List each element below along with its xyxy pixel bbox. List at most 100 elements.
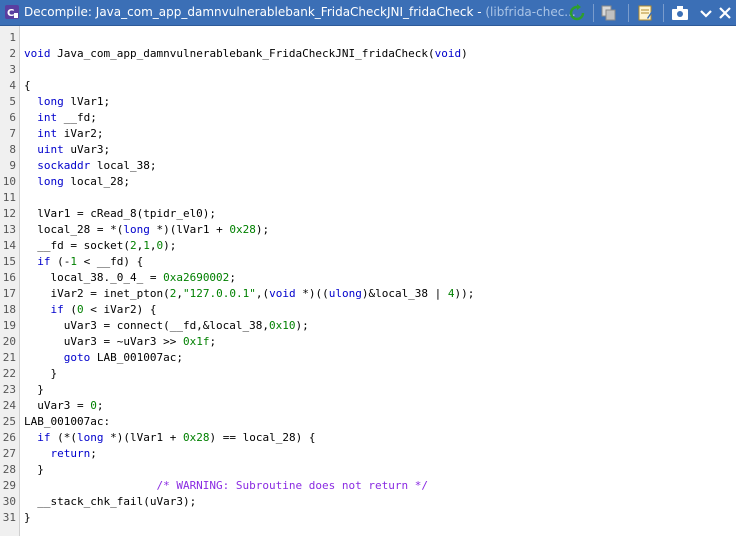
code-text[interactable]: } [24,366,57,382]
code-line[interactable]: 9 sockaddr local_38; [0,158,736,174]
window-titlebar: C Decompile: Java_com_app_damnvulnerable… [0,0,736,26]
code-line[interactable]: 24 uVar3 = 0; [0,398,736,414]
code-line[interactable]: 6 int __fd; [0,110,736,126]
line-number: 8 [9,143,16,156]
line-number: 4 [9,79,16,92]
code-line[interactable]: 28 } [0,462,736,478]
code-line[interactable]: 16 local_38._0_4_ = 0xa2690002; [0,270,736,286]
code-line[interactable]: 8 uint uVar3; [0,142,736,158]
line-number: 13 [2,223,16,236]
code-text[interactable]: lVar1 = cRead_8(tpidr_el0); [24,206,216,222]
code-line[interactable]: 12 lVar1 = cRead_8(tpidr_el0); [0,206,736,222]
code-line[interactable]: 27 return; [0,446,736,462]
line-number: 21 [2,351,16,364]
code-text[interactable]: LAB_001007ac: [24,414,110,430]
code-text[interactable]: long lVar1; [24,94,110,110]
line-number: 2 [9,47,16,60]
code-line[interactable]: 3 [0,62,736,78]
window-title-sub: (libfrida-chec... [485,5,576,19]
line-number: 7 [9,127,16,140]
code-text[interactable]: long local_28; [24,174,130,190]
code-line[interactable]: 30 __stack_chk_fail(uVar3); [0,494,736,510]
copy-icon[interactable] [600,4,618,22]
code-text[interactable]: if (-1 < __fd) { [24,254,143,270]
code-text[interactable]: iVar2 = inet_pton(2,"127.0.0.1",(void *)… [24,286,474,302]
code-line[interactable]: 10 long local_28; [0,174,736,190]
line-number: 31 [2,511,16,524]
line-number: 24 [2,399,16,412]
line-number: 30 [2,495,16,508]
code-text[interactable]: __stack_chk_fail(uVar3); [24,494,196,510]
line-number: 1 [9,31,16,44]
line-number: 18 [2,303,16,316]
code-line[interactable]: 20 uVar3 = ~uVar3 >> 0x1f; [0,334,736,350]
ghidra-icon: C [5,5,19,19]
code-line[interactable]: 7 int iVar2; [0,126,736,142]
code-text[interactable]: goto LAB_001007ac; [24,350,183,366]
code-text[interactable]: local_38._0_4_ = 0xa2690002; [24,270,235,286]
code-line[interactable]: 15 if (-1 < __fd) { [0,254,736,270]
code-text[interactable]: /* WARNING: Subroutine does not return *… [24,478,428,494]
code-text[interactable]: void Java_com_app_damnvulnerablebank_Fri… [24,46,468,62]
line-number: 9 [9,159,16,172]
line-number: 23 [2,383,16,396]
line-number: 25 [2,415,16,428]
close-icon[interactable] [716,4,734,22]
code-text[interactable]: uVar3 = 0; [24,398,103,414]
refresh-icon[interactable] [568,4,586,22]
code-line[interactable]: 21 goto LAB_001007ac; [0,350,736,366]
toolbar-separator [628,4,629,22]
code-line[interactable]: 18 if (0 < iVar2) { [0,302,736,318]
code-line[interactable]: 14 __fd = socket(2,1,0); [0,238,736,254]
svg-text:C: C [7,8,14,19]
code-line[interactable]: 23 } [0,382,736,398]
code-text[interactable]: __fd = socket(2,1,0); [24,238,176,254]
code-line[interactable]: 11 [0,190,736,206]
code-line[interactable]: 1 [0,30,736,46]
line-number: 3 [9,63,16,76]
code-line[interactable]: 4{ [0,78,736,94]
code-text[interactable]: } [24,382,44,398]
code-text[interactable]: if (*(long *)(lVar1 + 0x28) == local_28)… [24,430,315,446]
code-line[interactable]: 2 void Java_com_app_damnvulnerablebank_Fr… [0,46,736,62]
code-text[interactable]: uVar3 = ~uVar3 >> 0x1f; [24,334,216,350]
code-text[interactable]: sockaddr local_38; [24,158,156,174]
code-text[interactable]: int __fd; [24,110,97,126]
toolbar-separator [593,4,594,22]
code-text[interactable]: uVar3 = connect(__fd,&local_38,0x10); [24,318,309,334]
code-line[interactable]: 22 } [0,366,736,382]
line-number: 20 [2,335,16,348]
code-text[interactable]: uint uVar3; [24,142,110,158]
code-line[interactable]: 26 if (*(long *)(lVar1 + 0x28) == local_… [0,430,736,446]
code-text[interactable]: } [24,462,44,478]
line-number: 12 [2,207,16,220]
code-line[interactable]: 29 /* WARNING: Subroutine does not retur… [0,478,736,494]
code-line[interactable]: 5 long lVar1; [0,94,736,110]
code-line[interactable]: 31} [0,510,736,526]
code-line[interactable]: 13 local_28 = *(long *)(lVar1 + 0x28); [0,222,736,238]
snapshot-icon[interactable] [671,4,689,22]
line-number: 16 [2,271,16,284]
code-text[interactable]: return; [24,446,97,462]
code-line[interactable]: 25 LAB_001007ac: [0,414,736,430]
line-number: 15 [2,255,16,268]
line-number: 28 [2,463,16,476]
line-number: 10 [2,175,16,188]
edit-icon[interactable] [637,4,655,22]
code-text[interactable]: local_28 = *(long *)(lVar1 + 0x28); [24,222,269,238]
line-number: 26 [2,431,16,444]
code-text[interactable]: } [24,510,31,526]
code-text[interactable]: if (0 < iVar2) { [24,302,157,318]
line-number: 14 [2,239,16,252]
code-line[interactable]: 17 iVar2 = inet_pton(2,"127.0.0.1",(void… [0,286,736,302]
chevron-down-icon[interactable] [697,4,715,22]
code-text[interactable]: int iVar2; [24,126,103,142]
line-number: 11 [2,191,16,204]
decompiler-view[interactable]: 1 2 void Java_com_app_damnvulnerablebank_F… [0,26,736,536]
toolbar-separator [663,4,664,22]
line-number: 22 [2,367,16,380]
window-title: Decompile: Java_com_app_damnvulnerableba… [24,5,576,20]
code-text[interactable]: { [24,78,31,94]
code-line[interactable]: 19 uVar3 = connect(__fd,&local_38,0x10); [0,318,736,334]
line-number: 6 [9,111,16,124]
